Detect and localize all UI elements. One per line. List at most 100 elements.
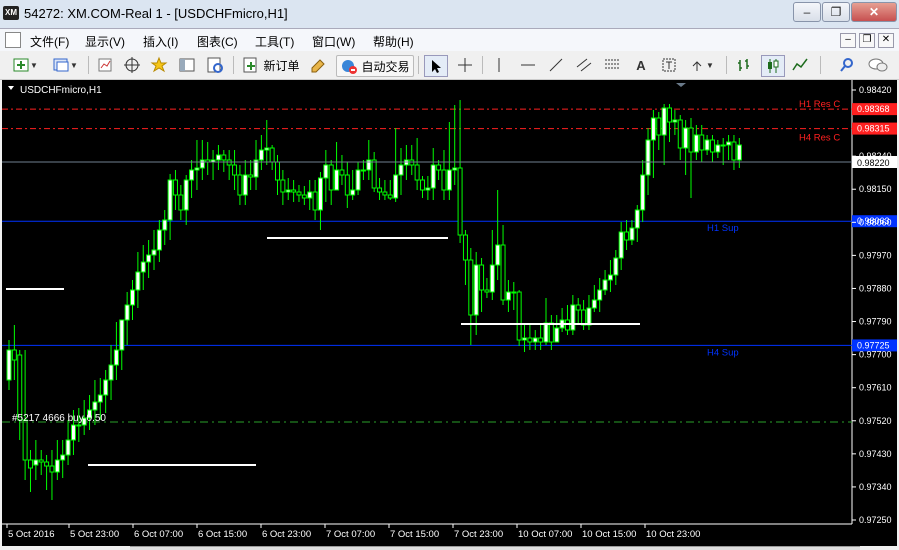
mdi-restore-button[interactable]: ❐ xyxy=(859,33,875,48)
navigator-button[interactable] xyxy=(121,55,143,75)
candle-body xyxy=(731,141,737,161)
favorites-button[interactable] xyxy=(148,55,170,75)
chart-tab[interactable] xyxy=(130,546,860,550)
candle-body xyxy=(581,309,587,326)
level-label: H1 Res C xyxy=(799,99,840,110)
fibonacci-button[interactable] xyxy=(601,55,623,75)
candle-body xyxy=(264,147,270,151)
chart-window[interactable]: H1 Res C 0.98368 H4 Res C 0.98315 H1 Sup 0.98… xyxy=(2,80,897,546)
trendline-button[interactable] xyxy=(545,55,567,75)
candle-body xyxy=(38,459,44,463)
chart-window-icon[interactable] xyxy=(5,32,21,48)
meta-editor-button[interactable] xyxy=(307,55,329,75)
level-label: H4 Sup xyxy=(707,347,739,358)
candle-body xyxy=(17,354,23,421)
strategy-tester-button[interactable] xyxy=(204,55,226,75)
text-icon: A xyxy=(636,57,646,73)
menu-insert[interactable]: 插入(I) xyxy=(143,33,178,50)
candle-body xyxy=(6,349,12,381)
candle-body xyxy=(27,459,33,469)
horizontal-line-button[interactable] xyxy=(517,55,539,75)
bar-chart-icon xyxy=(738,59,749,71)
candle-body xyxy=(462,234,468,261)
menu-file[interactable]: 文件(F) xyxy=(30,33,69,50)
candle-body xyxy=(495,244,501,266)
bar-chart-button[interactable] xyxy=(733,55,755,75)
toolbar: ▼ ▼ 新订单 自动交易 A ▼ xyxy=(0,51,899,80)
text-button[interactable]: A xyxy=(630,55,652,75)
candle-body xyxy=(156,229,162,251)
market-watch-button[interactable] xyxy=(94,55,116,75)
time-tick-label: 10 Oct 23:00 xyxy=(646,529,700,540)
candle-body xyxy=(489,264,495,293)
price-tick-label: 0.97430 xyxy=(859,449,892,459)
line-chart-button[interactable] xyxy=(789,55,811,75)
favorites-icon xyxy=(150,56,168,73)
line-chart-icon xyxy=(792,58,808,71)
candle-body xyxy=(736,144,742,161)
candle-body xyxy=(108,364,114,381)
candle-body xyxy=(253,159,259,178)
close-button[interactable]: ✕ xyxy=(851,2,897,22)
candle-body xyxy=(323,164,329,179)
candle-body xyxy=(146,254,152,263)
time-tick-label: 10 Oct 15:00 xyxy=(582,529,636,540)
chart-menu-triangle-icon[interactable] xyxy=(8,86,14,90)
candle-body xyxy=(237,174,243,196)
price-tick-label: 0.97250 xyxy=(859,515,892,525)
profiles-button[interactable]: ▼ xyxy=(48,55,82,75)
new-order-label: 新订单 xyxy=(263,58,300,73)
candle-body xyxy=(242,174,248,196)
candle-body xyxy=(618,231,624,259)
mdi-minimize-button[interactable]: – xyxy=(840,33,856,48)
menu-view[interactable]: 显示(V) xyxy=(85,33,125,50)
price-tick-label: 0.97340 xyxy=(859,482,892,492)
candlestick-icon xyxy=(768,59,779,73)
candle-body xyxy=(667,107,673,123)
candle-body xyxy=(248,174,254,178)
chart-shift-marker-icon[interactable] xyxy=(676,83,686,87)
auto-trading-button[interactable]: 自动交易 xyxy=(336,55,414,77)
data-window-button[interactable] xyxy=(176,55,198,75)
menu-charts[interactable]: 图表(C) xyxy=(197,33,238,50)
menu-tools[interactable]: 工具(T) xyxy=(255,33,294,50)
candle-body xyxy=(258,149,264,161)
restore-icon: ❐ xyxy=(830,5,842,19)
candle-body xyxy=(704,139,710,151)
new-chart-button[interactable]: ▼ xyxy=(8,55,42,75)
candle-body xyxy=(103,379,109,396)
text-label-button[interactable] xyxy=(658,55,680,75)
mdi-close-button[interactable]: ✕ xyxy=(878,33,894,48)
candle-body xyxy=(285,189,291,193)
equidistant-channel-button[interactable] xyxy=(573,55,595,75)
candle-body xyxy=(167,179,173,221)
candlestick-button[interactable] xyxy=(761,55,785,77)
price-chart[interactable]: H1 Res C 0.98368 H4 Res C 0.98315 H1 Sup 0.98… xyxy=(2,80,897,546)
new-order-button[interactable]: 新订单 xyxy=(240,55,302,75)
candle-body xyxy=(650,117,656,141)
candle-body xyxy=(70,424,76,441)
candle-body xyxy=(425,187,431,191)
candle-body xyxy=(113,349,119,366)
time-tick-label: 6 Oct 07:00 xyxy=(134,529,183,540)
crosshair-button[interactable] xyxy=(454,55,476,75)
arrows-button[interactable]: ▼ xyxy=(686,55,718,75)
crosshair-icon xyxy=(458,58,472,72)
level-price-label: 0.98315 xyxy=(857,124,890,134)
candles xyxy=(6,100,742,500)
minimize-button[interactable]: – xyxy=(793,2,821,22)
strategy-tester-icon xyxy=(207,57,223,73)
menu-help[interactable]: 帮助(H) xyxy=(373,33,414,50)
candle-body xyxy=(312,191,318,211)
chat-button[interactable] xyxy=(866,55,890,75)
level-label: H1 Sup xyxy=(707,223,739,234)
chat-icon xyxy=(868,58,888,72)
vertical-line-button[interactable] xyxy=(488,55,510,75)
candle-body xyxy=(607,274,613,281)
menu-window[interactable]: 窗口(W) xyxy=(312,33,355,50)
time-tick-label: 10 Oct 07:00 xyxy=(518,529,572,540)
price-tick-label: 0.98420 xyxy=(859,85,892,95)
zoom-button[interactable] xyxy=(836,55,858,75)
cursor-button[interactable] xyxy=(424,55,448,77)
restore-button[interactable]: ❐ xyxy=(822,2,850,22)
